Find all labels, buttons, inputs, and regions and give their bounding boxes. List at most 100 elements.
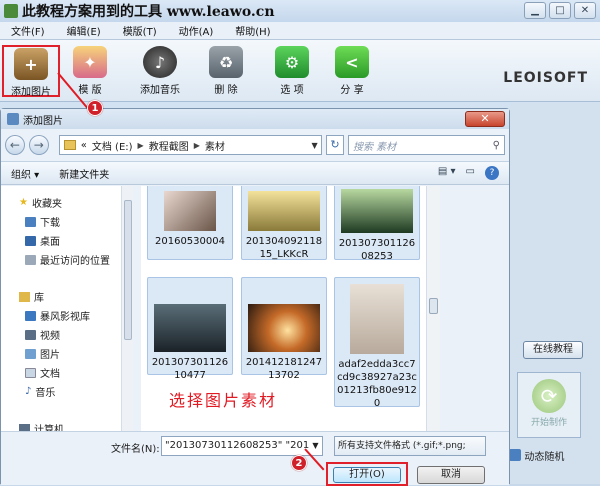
breadcrumb-separator: ▶ xyxy=(193,140,200,150)
nav-group-library-label: 库 xyxy=(34,293,44,304)
menu-edit[interactable]: 编辑(E) xyxy=(56,23,112,38)
brand-logo: LEOISOFT xyxy=(503,70,588,86)
star-icon: ★ xyxy=(19,197,28,208)
file-thumbnail xyxy=(341,189,413,233)
file-tile[interactable]: 20130409211815_LKKcR xyxy=(241,186,327,260)
menu-file[interactable]: 文件(F) xyxy=(0,23,56,38)
view-icon[interactable]: ▤ ▾ xyxy=(438,166,456,180)
search-input[interactable]: 搜索 素材 ⚲ xyxy=(347,135,505,155)
add-music-button[interactable]: ♪ 添加音乐 xyxy=(130,46,190,96)
back-button[interactable]: ← xyxy=(5,135,25,155)
navigation-pane: ★ 收藏夹 下载 桌面 最近访问的位置 库 暴风影视库 视频 图片 文档 ♪ 音… xyxy=(1,186,133,436)
start-make-button[interactable]: ⟳ 开始制作 xyxy=(517,372,581,438)
menu-template[interactable]: 模版(T) xyxy=(112,23,168,38)
add-image-button[interactable]: + 添加图片 xyxy=(2,45,60,98)
nav-group-favorites-label: 收藏夹 xyxy=(31,199,62,210)
share-icon: < xyxy=(335,46,369,78)
help-icon[interactable]: ? xyxy=(485,166,499,180)
organize-menu[interactable]: 组织 ▾ xyxy=(1,166,49,181)
filename-dropdown[interactable]: ▼ xyxy=(309,437,322,455)
file-grid-scrollbar[interactable] xyxy=(426,186,440,431)
file-name: 20130730112610477 xyxy=(151,357,229,381)
nav-item-pictures[interactable]: 图片 xyxy=(25,346,60,361)
recent-places-icon xyxy=(25,254,36,265)
maximize-button[interactable]: □ xyxy=(549,2,571,19)
breadcrumb-drive[interactable]: 文档 (E:) xyxy=(92,138,133,153)
dialog-close-button[interactable]: ✕ xyxy=(465,111,505,127)
options-label: 选 项 xyxy=(280,85,304,96)
address-bar[interactable]: « 文档 (E:) ▶ 教程截图 ▶ 素材 xyxy=(58,135,310,155)
nav-item-desktop[interactable]: 桌面 xyxy=(25,233,60,248)
dialog-icon xyxy=(7,113,19,125)
toolbar: + 添加图片 ✦ 模 版 ♪ 添加音乐 ♻ 删 除 ⚙ 选 项 < 分 享 LE… xyxy=(0,40,600,102)
nav-group-favorites[interactable]: ★ 收藏夹 xyxy=(19,195,62,210)
dialog-footer: 文件名(N): "20130730112608253" "201307 ▼ 所有… xyxy=(1,431,509,486)
close-button[interactable]: ✕ xyxy=(574,2,596,19)
nav-item-recent-label: 最近访问的位置 xyxy=(40,256,110,267)
nav-scrollbar[interactable] xyxy=(121,186,133,431)
share-button[interactable]: < 分 享 xyxy=(322,46,382,96)
preview-pane-icon[interactable]: ▭ xyxy=(466,166,475,180)
command-bar: 组织 ▾ 新建文件夹 ▤ ▾ ▭ ? xyxy=(1,161,509,185)
filename-input[interactable]: "20130730112608253" "201307 xyxy=(161,436,323,456)
file-tile[interactable]: adaf2edda3cc7cd9c38927a23c01213fb80e9120 xyxy=(334,277,420,409)
file-tile[interactable]: 20160530004 xyxy=(147,186,233,260)
video-library-icon xyxy=(25,310,36,321)
delete-icon: ♻ xyxy=(209,46,243,78)
instruction-caption: 选择图片素材 xyxy=(169,391,278,410)
menu-action[interactable]: 动作(A) xyxy=(168,23,225,38)
add-music-label: 添加音乐 xyxy=(140,85,180,96)
nav-scroll-thumb[interactable] xyxy=(124,200,132,340)
options-button[interactable]: ⚙ 选 项 xyxy=(262,46,322,96)
open-button[interactable]: 打开(O) xyxy=(333,467,401,483)
file-thumbnail xyxy=(350,284,404,354)
dialog-title-bar: 添加图片 ✕ xyxy=(1,109,509,129)
forward-button[interactable]: → xyxy=(28,135,49,155)
library-icon xyxy=(19,291,30,302)
nav-item-music-label: 音乐 xyxy=(35,388,56,399)
search-placeholder: 搜索 素材 xyxy=(352,141,397,153)
breadcrumb-current[interactable]: 素材 xyxy=(205,138,225,153)
filetype-value: 所有支持文件格式 (*.gif;*.png; xyxy=(338,441,466,451)
desktop-icon xyxy=(25,235,36,246)
nav-group-library[interactable]: 库 xyxy=(19,289,44,304)
filetype-select[interactable]: 所有支持文件格式 (*.gif;*.png; xyxy=(334,436,486,456)
documents-icon xyxy=(25,367,36,378)
minimize-button[interactable]: ▁ xyxy=(524,2,546,19)
file-thumbnail xyxy=(248,191,320,231)
file-scroll-thumb[interactable] xyxy=(429,298,438,314)
mode-label[interactable]: 动态随机 xyxy=(524,448,564,463)
delete-button[interactable]: ♻ 删 除 xyxy=(196,46,256,96)
cancel-button[interactable]: 取消 xyxy=(417,466,485,484)
nav-item-videos[interactable]: 视频 xyxy=(25,327,60,342)
nav-item-baofeng[interactable]: 暴风影视库 xyxy=(25,308,90,323)
breadcrumb-folder[interactable]: 教程截图 xyxy=(149,138,189,153)
new-folder-button[interactable]: 新建文件夹 xyxy=(49,166,119,181)
filename-label: 文件名(N): xyxy=(111,444,160,455)
file-tile[interactable]: 20130730112610477 xyxy=(147,277,233,381)
file-name: 20130409211815_LKKcR xyxy=(245,236,323,260)
file-name: 20141218124713702 xyxy=(245,357,323,381)
add-music-icon: ♪ xyxy=(143,46,177,78)
address-prefix: « xyxy=(80,139,87,151)
file-name: 20160530004 xyxy=(155,236,225,247)
nav-item-downloads[interactable]: 下载 xyxy=(25,214,60,229)
refresh-icon: ⟳ xyxy=(532,379,566,413)
file-thumbnail xyxy=(154,304,226,352)
nav-item-music[interactable]: ♪ 音乐 xyxy=(25,384,55,399)
online-tutorial-button[interactable]: 在线教程 xyxy=(523,341,583,359)
nav-item-documents[interactable]: 文档 xyxy=(25,365,60,380)
file-name: adaf2edda3cc7cd9c38927a23c01213fb80e9120 xyxy=(337,359,417,409)
add-image-label: 添加图片 xyxy=(11,87,51,98)
nav-item-recent[interactable]: 最近访问的位置 xyxy=(25,252,110,267)
file-tile[interactable]: 20130730112608253 xyxy=(334,186,420,262)
download-icon xyxy=(25,216,36,227)
menu-help[interactable]: 帮助(H) xyxy=(224,23,281,38)
address-dropdown[interactable]: ▼ xyxy=(308,135,323,155)
step-1-badge: 1 xyxy=(87,100,103,116)
open-button-highlight: 打开(O) xyxy=(326,462,408,486)
file-thumbnail xyxy=(248,304,320,352)
nav-item-desktop-label: 桌面 xyxy=(40,237,60,248)
refresh-button[interactable]: ↻ xyxy=(326,135,344,155)
file-tile[interactable]: 20141218124713702 xyxy=(241,277,327,381)
